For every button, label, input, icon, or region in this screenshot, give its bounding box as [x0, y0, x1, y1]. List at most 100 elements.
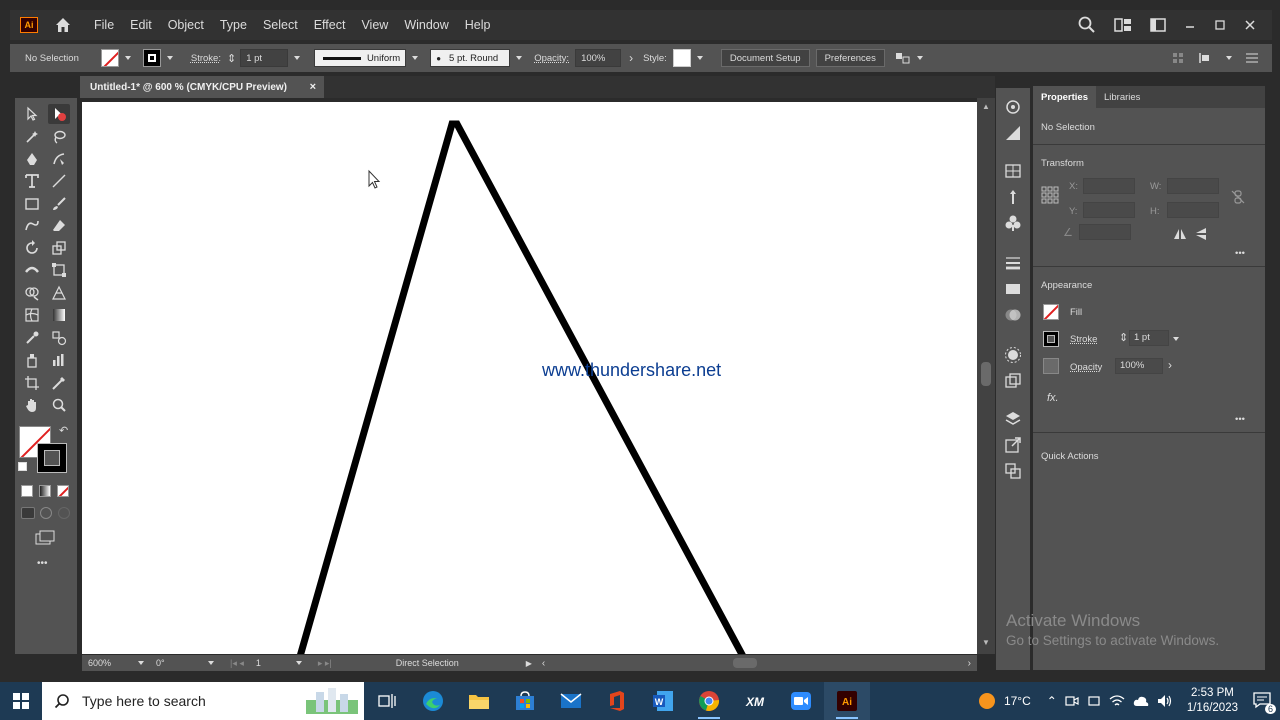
fx-icon[interactable]: fx. — [1047, 392, 1059, 404]
stroke-label[interactable]: Stroke — [1070, 334, 1097, 345]
gradient-tool-icon[interactable] — [48, 305, 70, 325]
document-setup-button[interactable]: Document Setup — [720, 49, 810, 67]
meet-now-icon[interactable] — [1065, 694, 1079, 708]
hand-tool-icon[interactable] — [21, 395, 43, 415]
scale-tool-icon[interactable] — [48, 238, 70, 258]
menu-effect[interactable]: Effect — [314, 18, 346, 32]
paintbrush-tool-icon[interactable] — [48, 194, 70, 214]
opacity-field[interactable]: 100% — [575, 49, 622, 67]
first-artboard-icon[interactable]: |◂ ◂ — [230, 658, 244, 669]
cloud-icon[interactable] — [1133, 695, 1149, 707]
usb-icon[interactable] — [1087, 694, 1101, 708]
chevron-down-icon[interactable] — [294, 56, 301, 60]
shaper-tool-icon[interactable] — [21, 216, 43, 236]
search-icon[interactable] — [1078, 16, 1096, 34]
chevron-down-icon[interactable] — [916, 56, 923, 60]
artboards-panel-icon[interactable] — [1004, 462, 1022, 480]
close-icon[interactable] — [1244, 19, 1256, 31]
y-field[interactable] — [1083, 202, 1135, 218]
menu-edit[interactable]: Edit — [130, 18, 152, 32]
stroke-panel-icon[interactable] — [1004, 254, 1022, 272]
chevron-down-icon[interactable] — [138, 661, 144, 665]
line-tool-icon[interactable] — [48, 171, 70, 191]
pen-tool-icon[interactable] — [21, 149, 43, 169]
style-swatch[interactable] — [672, 49, 691, 67]
menu-view[interactable]: View — [361, 18, 388, 32]
gradient-mode-icon[interactable] — [39, 485, 51, 497]
clock[interactable]: 2:53 PM 1/16/2023 — [1187, 686, 1238, 716]
rotate-field[interactable] — [1079, 224, 1131, 240]
menu-object[interactable]: Object — [168, 18, 204, 32]
color-mode-icon[interactable] — [21, 485, 33, 497]
rotate-tool-icon[interactable] — [21, 238, 43, 258]
arrange-icon[interactable] — [895, 51, 911, 65]
draw-inside-icon[interactable] — [58, 507, 70, 519]
chevron-down-icon[interactable] — [166, 56, 173, 60]
column-graph-tool-icon[interactable] — [48, 350, 70, 370]
default-colors-icon[interactable] — [18, 462, 27, 471]
stepper-icon[interactable]: ⇕ — [1119, 331, 1128, 344]
word-app[interactable]: W — [640, 682, 686, 720]
artboard-canvas[interactable] — [82, 102, 977, 654]
zoom-app[interactable] — [778, 682, 824, 720]
brush-select[interactable]: ● 5 pt. Round — [430, 49, 511, 67]
magic-wand-icon[interactable] — [21, 127, 43, 147]
appearance-more-icon[interactable]: ••• — [1235, 414, 1245, 425]
menu-window[interactable]: Window — [404, 18, 448, 32]
layers-icon[interactable] — [1004, 410, 1022, 428]
slice-tool-icon[interactable] — [48, 373, 70, 393]
scroll-left-icon[interactable]: ‹ — [542, 658, 545, 669]
reference-point-icon[interactable] — [1041, 186, 1059, 204]
menu-file[interactable]: File — [94, 18, 114, 32]
symbols-icon[interactable] — [1004, 214, 1022, 232]
chevron-down-icon[interactable] — [1173, 337, 1179, 341]
document-tab[interactable]: Untitled-1* @ 600 % (CMYK/CPU Preview) × — [80, 76, 324, 98]
maximize-icon[interactable] — [1214, 19, 1226, 31]
weather-temperature[interactable]: 17°C — [1004, 694, 1031, 708]
weather-sun-icon[interactable] — [978, 692, 996, 710]
close-tab-icon[interactable]: × — [310, 81, 316, 93]
link-icon[interactable] — [1231, 190, 1245, 204]
task-view-button[interactable] — [364, 682, 410, 720]
opacity-field[interactable]: 100% — [1115, 358, 1163, 374]
eraser-tool-icon[interactable] — [48, 216, 70, 236]
menu-help[interactable]: Help — [465, 18, 491, 32]
swatches-icon[interactable] — [1004, 162, 1022, 180]
start-button[interactable] — [0, 693, 42, 709]
selection-tool-icon[interactable] — [21, 104, 43, 124]
xm-app[interactable]: XM — [732, 682, 778, 720]
transparency-icon[interactable] — [1004, 306, 1022, 324]
type-tool-icon[interactable] — [21, 171, 43, 191]
shape-builder-tool-icon[interactable] — [21, 283, 43, 303]
stepper-icon[interactable]: ⇕ — [227, 52, 236, 65]
scrollbar-thumb[interactable] — [981, 362, 991, 386]
status-menu-icon[interactable]: ▶ — [526, 659, 532, 668]
perspective-grid-tool-icon[interactable] — [48, 283, 70, 303]
flip-horizontal-icon[interactable] — [1173, 228, 1187, 240]
direct-selection-tool-icon[interactable] — [48, 104, 70, 124]
chevron-down-icon[interactable] — [295, 661, 302, 665]
scroll-right-icon[interactable]: › — [968, 658, 971, 669]
opacity-label[interactable]: Opacity — [1070, 362, 1102, 373]
stroke-color-swatch[interactable] — [37, 443, 67, 473]
rectangle-tool-icon[interactable] — [21, 194, 43, 214]
scroll-down-icon[interactable]: ▼ — [982, 638, 990, 647]
draw-normal-icon[interactable] — [21, 507, 35, 519]
mail-app[interactable] — [548, 682, 594, 720]
triangle-path[interactable] — [82, 102, 977, 654]
scroll-up-icon[interactable]: ▲ — [982, 102, 990, 111]
mesh-tool-icon[interactable] — [21, 305, 43, 325]
office-app[interactable] — [594, 682, 640, 720]
curvature-tool-icon[interactable] — [48, 149, 70, 169]
tab-properties[interactable]: Properties — [1033, 86, 1096, 108]
taskbar-search-box[interactable]: Type here to search — [42, 682, 364, 720]
width-tool-icon[interactable] — [21, 260, 43, 280]
width-field[interactable] — [1167, 178, 1219, 194]
artboard-number[interactable]: 1 — [256, 658, 290, 668]
x-field[interactable] — [1083, 178, 1135, 194]
artboard-tool-icon[interactable] — [21, 373, 43, 393]
menu-type[interactable]: Type — [220, 18, 247, 32]
zoom-level[interactable]: 600% — [88, 658, 132, 668]
free-transform-tool-icon[interactable] — [48, 260, 70, 280]
panel-menu-icon[interactable] — [1246, 53, 1258, 63]
